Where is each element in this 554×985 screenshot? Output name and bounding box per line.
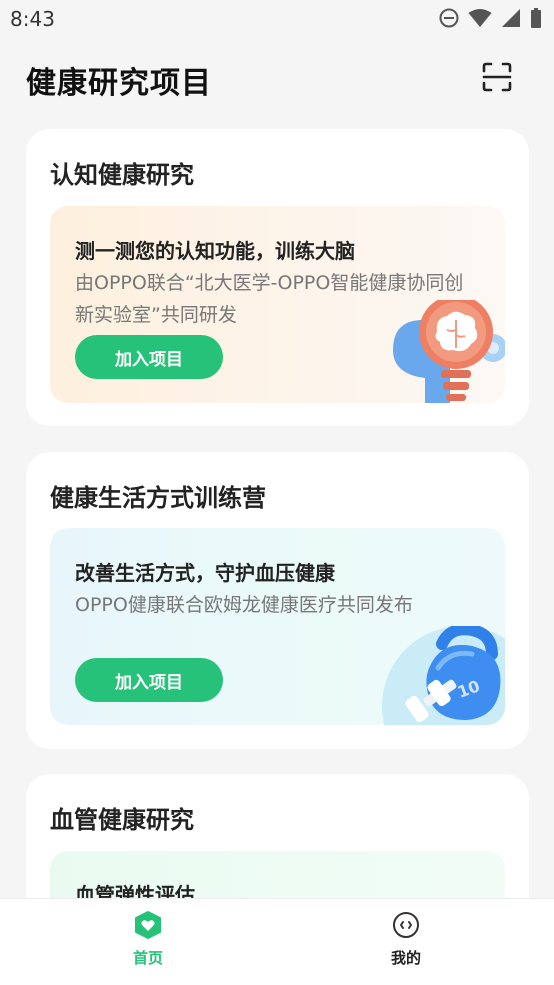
header: 健康研究项目 [0, 48, 554, 108]
banner-headline: 改善生活方式，守护血压健康 [75, 561, 335, 585]
join-project-button[interactable]: 加入项目 [75, 658, 223, 702]
do-not-disturb-icon [439, 8, 459, 28]
home-heart-icon [135, 911, 161, 939]
kettlebell-icon: 10 [382, 626, 505, 725]
page-title: 健康研究项目 [26, 66, 212, 101]
nav-label-profile: 我的 [390, 949, 421, 967]
cognitive-banner[interactable]: 测一测您的认知功能，训练大脑 由OPPO联合“北大医学-OPPO智能健康协同创新… [50, 206, 505, 403]
join-project-button[interactable]: 加入项目 [75, 335, 223, 379]
profile-face-icon [393, 912, 419, 938]
card-title: 健康生活方式训练营 [50, 484, 266, 512]
nav-item-home[interactable]: 首页 [88, 911, 208, 968]
nav-item-profile[interactable]: 我的 [346, 911, 466, 968]
lifestyle-banner[interactable]: 改善生活方式，守护血压健康 OPPO健康联合欧姆龙健康医疗共同发布 加入项目 1… [50, 528, 505, 725]
status-bar: 8:43 [0, 0, 554, 40]
cognitive-health-card: 认知健康研究 测一测您的认知功能，训练大脑 由OPPO联合“北大医学-OPPO智… [26, 129, 529, 426]
status-time: 8:43 [10, 7, 55, 31]
nav-label-home: 首页 [132, 949, 163, 967]
card-title: 认知健康研究 [50, 161, 194, 189]
brain-icon [393, 300, 505, 403]
banner-headline: 测一测您的认知功能，训练大脑 [75, 239, 355, 263]
wifi-icon [468, 9, 492, 27]
banner-description: OPPO健康联合欧姆龙健康医疗共同发布 [75, 594, 413, 616]
scan-button[interactable] [482, 62, 512, 92]
scan-icon [482, 62, 512, 92]
lifestyle-camp-card: 健康生活方式训练营 改善生活方式，守护血压健康 OPPO健康联合欧姆龙健康医疗共… [26, 452, 529, 749]
signal-icon [502, 9, 520, 27]
battery-icon [531, 8, 541, 28]
card-title: 血管健康研究 [50, 806, 194, 834]
bottom-nav: 首页 我的 [0, 898, 554, 985]
status-icons [439, 8, 542, 28]
